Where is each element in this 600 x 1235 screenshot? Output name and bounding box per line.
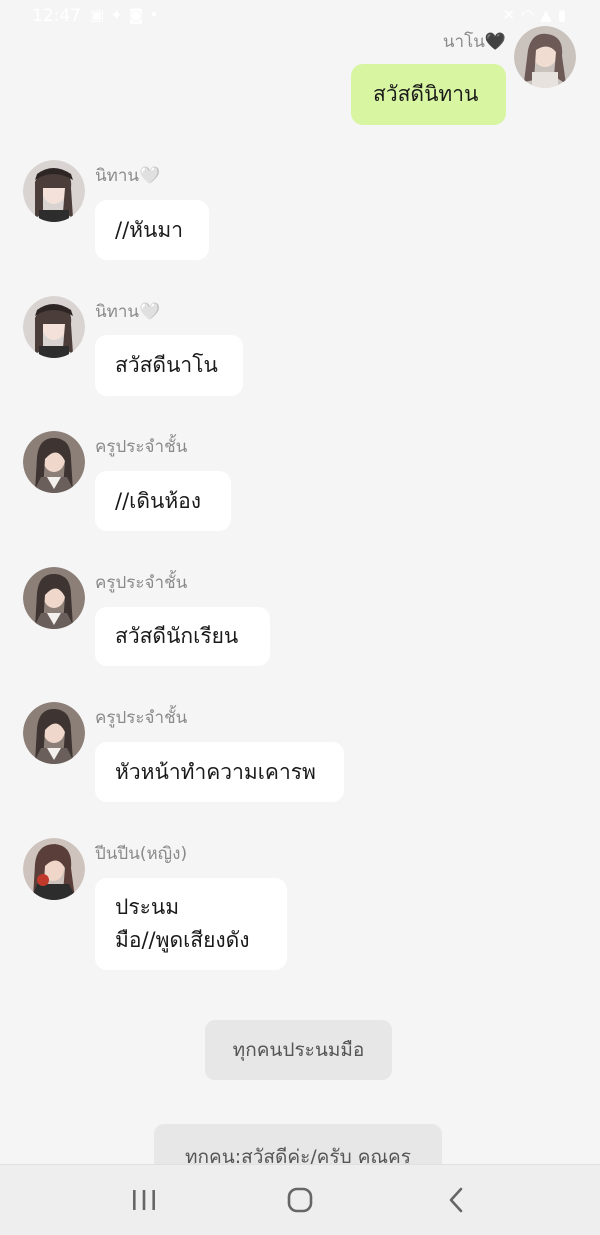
status-left-icons: ▣✦◙• xyxy=(90,6,164,24)
chat-bubble[interactable]: สวัสดีนาโน xyxy=(95,335,243,396)
chat-bubble-mine[interactable]: สวัสดีนิทาน xyxy=(351,64,506,125)
sender-name: นิทาน🤍 xyxy=(95,166,161,186)
messenger-icon: ✦ xyxy=(110,6,129,24)
chat-bubble[interactable]: หัวหน้าทำความเคารพ xyxy=(95,742,344,802)
dot-icon: • xyxy=(149,6,165,24)
avatar[interactable] xyxy=(23,160,85,222)
status-right-icons: ✕◠▲▮ xyxy=(503,6,572,24)
chat-bubble[interactable]: //หันมา xyxy=(95,200,209,260)
bubble-line: มือ//พูดเสียงดัง xyxy=(115,928,250,952)
chat-bubble[interactable]: สวัสดีนักเรียน xyxy=(95,607,270,666)
recent-apps-icon xyxy=(133,1190,155,1210)
wifi-icon: ◠ xyxy=(521,6,541,24)
camera-icon: ◙ xyxy=(128,6,150,24)
chat-bubble[interactable]: ประนม มือ//พูดเสียงดัง xyxy=(95,878,287,970)
chat-bubble[interactable]: //เดินห้อง xyxy=(95,471,231,531)
back-icon xyxy=(449,1187,463,1213)
recent-apps-button[interactable] xyxy=(104,1165,184,1235)
avatar[interactable] xyxy=(23,431,85,493)
sender-name: นิทาน🤍 xyxy=(95,302,161,322)
avatar[interactable] xyxy=(23,567,85,629)
avatar[interactable] xyxy=(514,26,576,88)
avatar[interactable] xyxy=(23,702,85,764)
avatar[interactable] xyxy=(23,838,85,900)
signal-icon: ▲ xyxy=(540,6,558,24)
back-button[interactable] xyxy=(416,1165,496,1235)
status-time: 12:47 xyxy=(32,6,81,26)
sender-name: ครูประจำชั้น xyxy=(95,573,188,593)
avatar[interactable] xyxy=(23,296,85,358)
status-bar: 12:47 ▣✦◙• ✕◠▲▮ xyxy=(0,0,600,34)
gallery-icon: ▣ xyxy=(90,6,111,24)
system-message: ทุกคนประนมมือ xyxy=(205,1020,392,1080)
navigation-bar xyxy=(0,1164,600,1235)
bubble-line: ประนม xyxy=(115,895,180,919)
home-icon xyxy=(287,1187,313,1213)
home-button[interactable] xyxy=(260,1165,340,1235)
sender-name: นาโน🖤 xyxy=(442,32,506,52)
sender-name: ปีนปีน(หญิง) xyxy=(95,844,188,864)
sender-name: ครูประจำชั้น xyxy=(95,437,188,457)
mute-icon: ✕ xyxy=(502,6,522,24)
battery-icon: ▮ xyxy=(557,6,572,24)
sender-name: ครูประจำชั้น xyxy=(95,708,188,728)
